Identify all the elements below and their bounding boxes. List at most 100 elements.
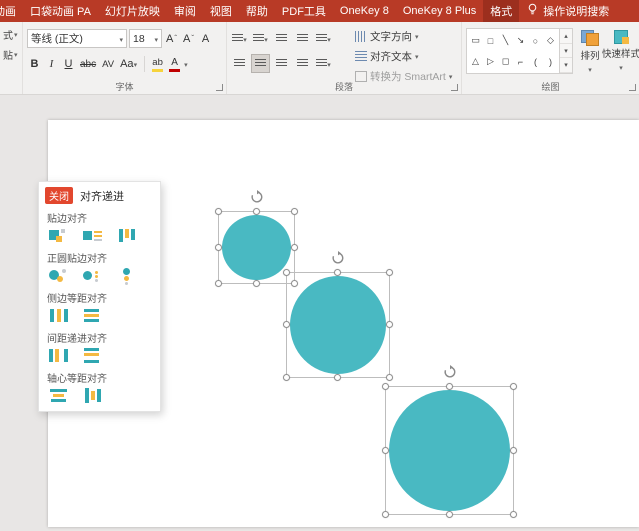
circle-shape-large[interactable] <box>389 390 510 511</box>
quick-styles-button[interactable]: 快速样式 <box>603 27 639 73</box>
shape-diamond-icon[interactable]: ◇ <box>547 35 554 46</box>
tab-pdf-tools[interactable]: PDF工具 <box>275 0 333 22</box>
resize-handle-s[interactable] <box>334 374 341 381</box>
resize-handle-e[interactable] <box>510 447 517 454</box>
align-right-button[interactable] <box>273 55 290 72</box>
tab-onekey8[interactable]: OneKey 8 <box>333 0 396 22</box>
resize-handle-n[interactable] <box>446 383 453 390</box>
decrease-indent-button[interactable] <box>273 30 290 47</box>
resize-handle-w[interactable] <box>382 447 389 454</box>
circle-shape-medium[interactable] <box>290 276 386 374</box>
resize-handle-ne[interactable] <box>510 383 517 390</box>
resize-handle-nw[interactable] <box>382 383 389 390</box>
shape-rect-icon[interactable]: ▭ <box>471 35 480 46</box>
shape-oval-icon[interactable]: ○ <box>533 36 538 46</box>
resize-handle-nw[interactable] <box>283 269 290 276</box>
justify-button[interactable] <box>294 55 311 72</box>
tab-slideshow[interactable]: 幻灯片放映 <box>98 0 167 22</box>
side-equal-horizontal-icon[interactable] <box>81 307 105 325</box>
resize-handle-e[interactable] <box>291 244 298 251</box>
resize-handle-n[interactable] <box>334 269 341 276</box>
font-color-button[interactable]: A <box>167 55 182 73</box>
side-equal-vertical-icon[interactable] <box>47 307 71 325</box>
shape-corner-icon[interactable]: ⌐ <box>518 57 523 67</box>
resize-handle-sw[interactable] <box>215 280 222 287</box>
align-left-button[interactable] <box>231 55 248 72</box>
strikethrough-button[interactable]: abc <box>78 55 98 73</box>
text-direction-button[interactable]: 文字方向 <box>355 28 419 44</box>
clear-formatting-button[interactable]: A <box>198 30 213 48</box>
tab-onekey8-plus[interactable]: OneKey 8 Plus <box>396 0 483 22</box>
resize-handle-s[interactable] <box>253 280 260 287</box>
resize-handle-sw[interactable] <box>382 511 389 518</box>
character-spacing-button[interactable]: AV <box>100 55 116 73</box>
circle-shape-small[interactable] <box>222 215 291 280</box>
chevron-down-icon[interactable] <box>184 58 188 70</box>
font-size-combo[interactable]: 18 <box>129 29 162 48</box>
numbering-button[interactable] <box>252 30 269 47</box>
shape-square-icon[interactable]: □ <box>488 36 493 46</box>
bold-button[interactable]: B <box>27 55 42 73</box>
edge-align-corner-icon[interactable] <box>47 227 71 245</box>
tab-animation[interactable]: 动画 <box>0 0 23 22</box>
shape-arrow-icon[interactable]: ↘ <box>517 35 525 46</box>
shrink-font-button[interactable]: A <box>181 30 196 48</box>
align-text-button[interactable]: 对齐文本 <box>355 48 419 64</box>
gallery-scroll-up-icon[interactable]: ▴ <box>560 29 572 44</box>
tab-help[interactable]: 帮助 <box>239 0 275 22</box>
rotate-handle[interactable] <box>443 365 457 379</box>
gallery-more-icon[interactable]: ▾ <box>560 58 572 73</box>
circle-edge-horizontal-icon[interactable] <box>81 267 105 285</box>
panel-close-button[interactable]: 关闭 <box>45 187 73 204</box>
font-name-combo[interactable]: 等线 (正文) <box>27 29 127 48</box>
increase-indent-button[interactable] <box>294 30 311 47</box>
drawing-dialog-launcher-icon[interactable] <box>629 84 636 91</box>
axis-equal-horizontal-icon[interactable] <box>47 387 71 405</box>
resize-handle-ne[interactable] <box>291 208 298 215</box>
tab-format[interactable]: 格式 <box>483 0 519 22</box>
rotate-handle[interactable] <box>250 190 264 204</box>
axis-equal-vertical-icon[interactable] <box>81 387 105 405</box>
shape-line-icon[interactable]: ╲ <box>503 35 508 46</box>
arrange-button[interactable]: 排列 <box>576 27 604 75</box>
clipboard-fragment-bottom[interactable]: 贴 <box>3 47 22 62</box>
tab-pocket-animation[interactable]: 口袋动画 PA <box>23 0 98 22</box>
grow-font-button[interactable]: A <box>164 30 179 48</box>
edge-align-vertical-icon[interactable] <box>115 227 139 245</box>
tab-view[interactable]: 视图 <box>203 0 239 22</box>
resize-handle-se[interactable] <box>386 374 393 381</box>
text-highlight-button[interactable]: ab <box>150 55 165 73</box>
gap-progressive-vertical-icon[interactable] <box>47 347 71 365</box>
clipboard-fragment-top[interactable]: 式 <box>3 27 22 42</box>
circle-edge-corner-icon[interactable] <box>47 267 71 285</box>
resize-handle-ne[interactable] <box>386 269 393 276</box>
columns-button[interactable] <box>315 55 332 72</box>
tell-me-search[interactable]: 操作说明搜索 <box>519 0 617 22</box>
italic-button[interactable]: I <box>44 55 59 73</box>
shape-triangle-icon[interactable]: △ <box>472 56 479 67</box>
resize-handle-n[interactable] <box>253 208 260 215</box>
tab-review[interactable]: 审阅 <box>167 0 203 22</box>
shape-right-brace-icon[interactable]: ) <box>549 57 552 67</box>
shape-rect2-icon[interactable]: ◻ <box>502 56 509 67</box>
line-spacing-button[interactable] <box>315 30 332 47</box>
resize-handle-sw[interactable] <box>283 374 290 381</box>
align-center-button[interactable] <box>252 55 269 72</box>
resize-handle-se[interactable] <box>510 511 517 518</box>
gap-progressive-horizontal-icon[interactable] <box>81 347 105 365</box>
shape-left-brace-icon[interactable]: ( <box>534 57 537 67</box>
resize-handle-s[interactable] <box>446 511 453 518</box>
change-case-button[interactable]: Aa <box>118 55 139 73</box>
resize-handle-w[interactable] <box>215 244 222 251</box>
underline-button[interactable]: U <box>61 55 76 73</box>
bullets-button[interactable] <box>231 30 248 47</box>
paragraph-dialog-launcher-icon[interactable] <box>451 84 458 91</box>
gallery-scroll-down-icon[interactable]: ▾ <box>560 44 572 59</box>
resize-handle-e[interactable] <box>386 321 393 328</box>
shape-right-triangle-icon[interactable]: ▷ <box>487 56 494 67</box>
resize-handle-w[interactable] <box>283 321 290 328</box>
font-dialog-launcher-icon[interactable] <box>216 84 223 91</box>
rotate-handle[interactable] <box>331 251 345 265</box>
edge-align-horizontal-icon[interactable] <box>81 227 105 245</box>
circle-edge-vertical-icon[interactable] <box>115 267 139 285</box>
